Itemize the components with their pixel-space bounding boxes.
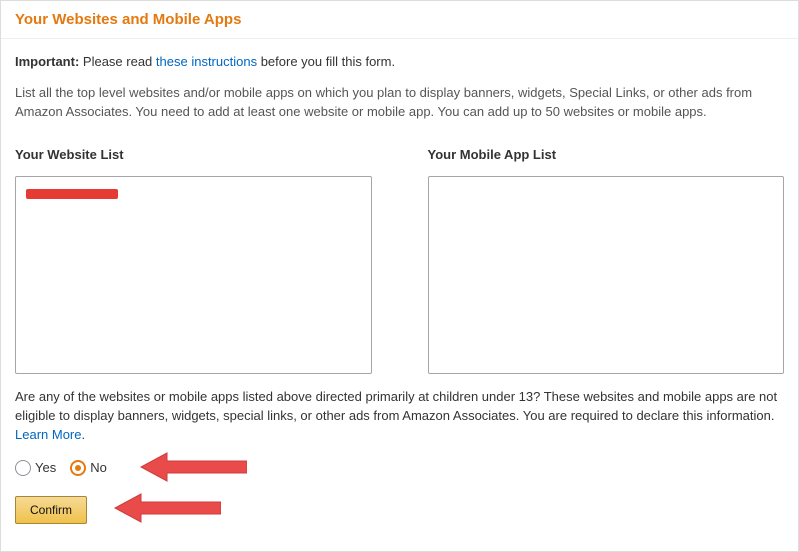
confirm-row: Confirm	[15, 496, 784, 524]
important-pre: Please read	[83, 54, 156, 69]
mobile-list-col: Your Mobile App List	[428, 146, 785, 375]
radio-no-label: No	[90, 459, 107, 478]
important-post: before you fill this form.	[257, 54, 395, 69]
arrow-annotation-icon	[111, 490, 221, 526]
instructions-link[interactable]: these instructions	[156, 54, 257, 69]
question-text: Are any of the websites or mobile apps l…	[15, 389, 777, 423]
page-title: Your Websites and Mobile Apps	[15, 11, 784, 28]
mobile-list-box[interactable]	[428, 176, 785, 374]
website-item-redacted	[26, 189, 118, 199]
important-line: Important: Please read these instruction…	[15, 53, 784, 72]
website-list-col: Your Website List	[15, 146, 372, 375]
panel-body: Important: Please read these instruction…	[1, 39, 798, 544]
lists-row: Your Website List Your Mobile App List	[15, 146, 784, 375]
question-post: .	[81, 427, 85, 442]
arrow-annotation-icon	[137, 449, 247, 485]
confirm-button[interactable]: Confirm	[15, 496, 87, 524]
coppa-question: Are any of the websites or mobile apps l…	[15, 388, 784, 445]
radio-yes-circle	[15, 460, 31, 476]
intro-text: List all the top level websites and/or m…	[15, 84, 784, 122]
learn-more-link[interactable]: Learn More	[15, 427, 81, 442]
radio-no-circle	[70, 460, 86, 476]
radio-no[interactable]: No	[70, 459, 107, 478]
radio-no-dot	[75, 465, 81, 471]
panel-header: Your Websites and Mobile Apps	[1, 1, 798, 39]
form-panel: Your Websites and Mobile Apps Important:…	[0, 0, 799, 552]
mobile-list-label: Your Mobile App List	[428, 146, 785, 165]
radio-row: Yes No	[15, 459, 784, 478]
website-list-box[interactable]	[15, 176, 372, 374]
website-list-label: Your Website List	[15, 146, 372, 165]
radio-yes-label: Yes	[35, 459, 56, 478]
radio-yes[interactable]: Yes	[15, 459, 56, 478]
important-label: Important:	[15, 54, 79, 69]
